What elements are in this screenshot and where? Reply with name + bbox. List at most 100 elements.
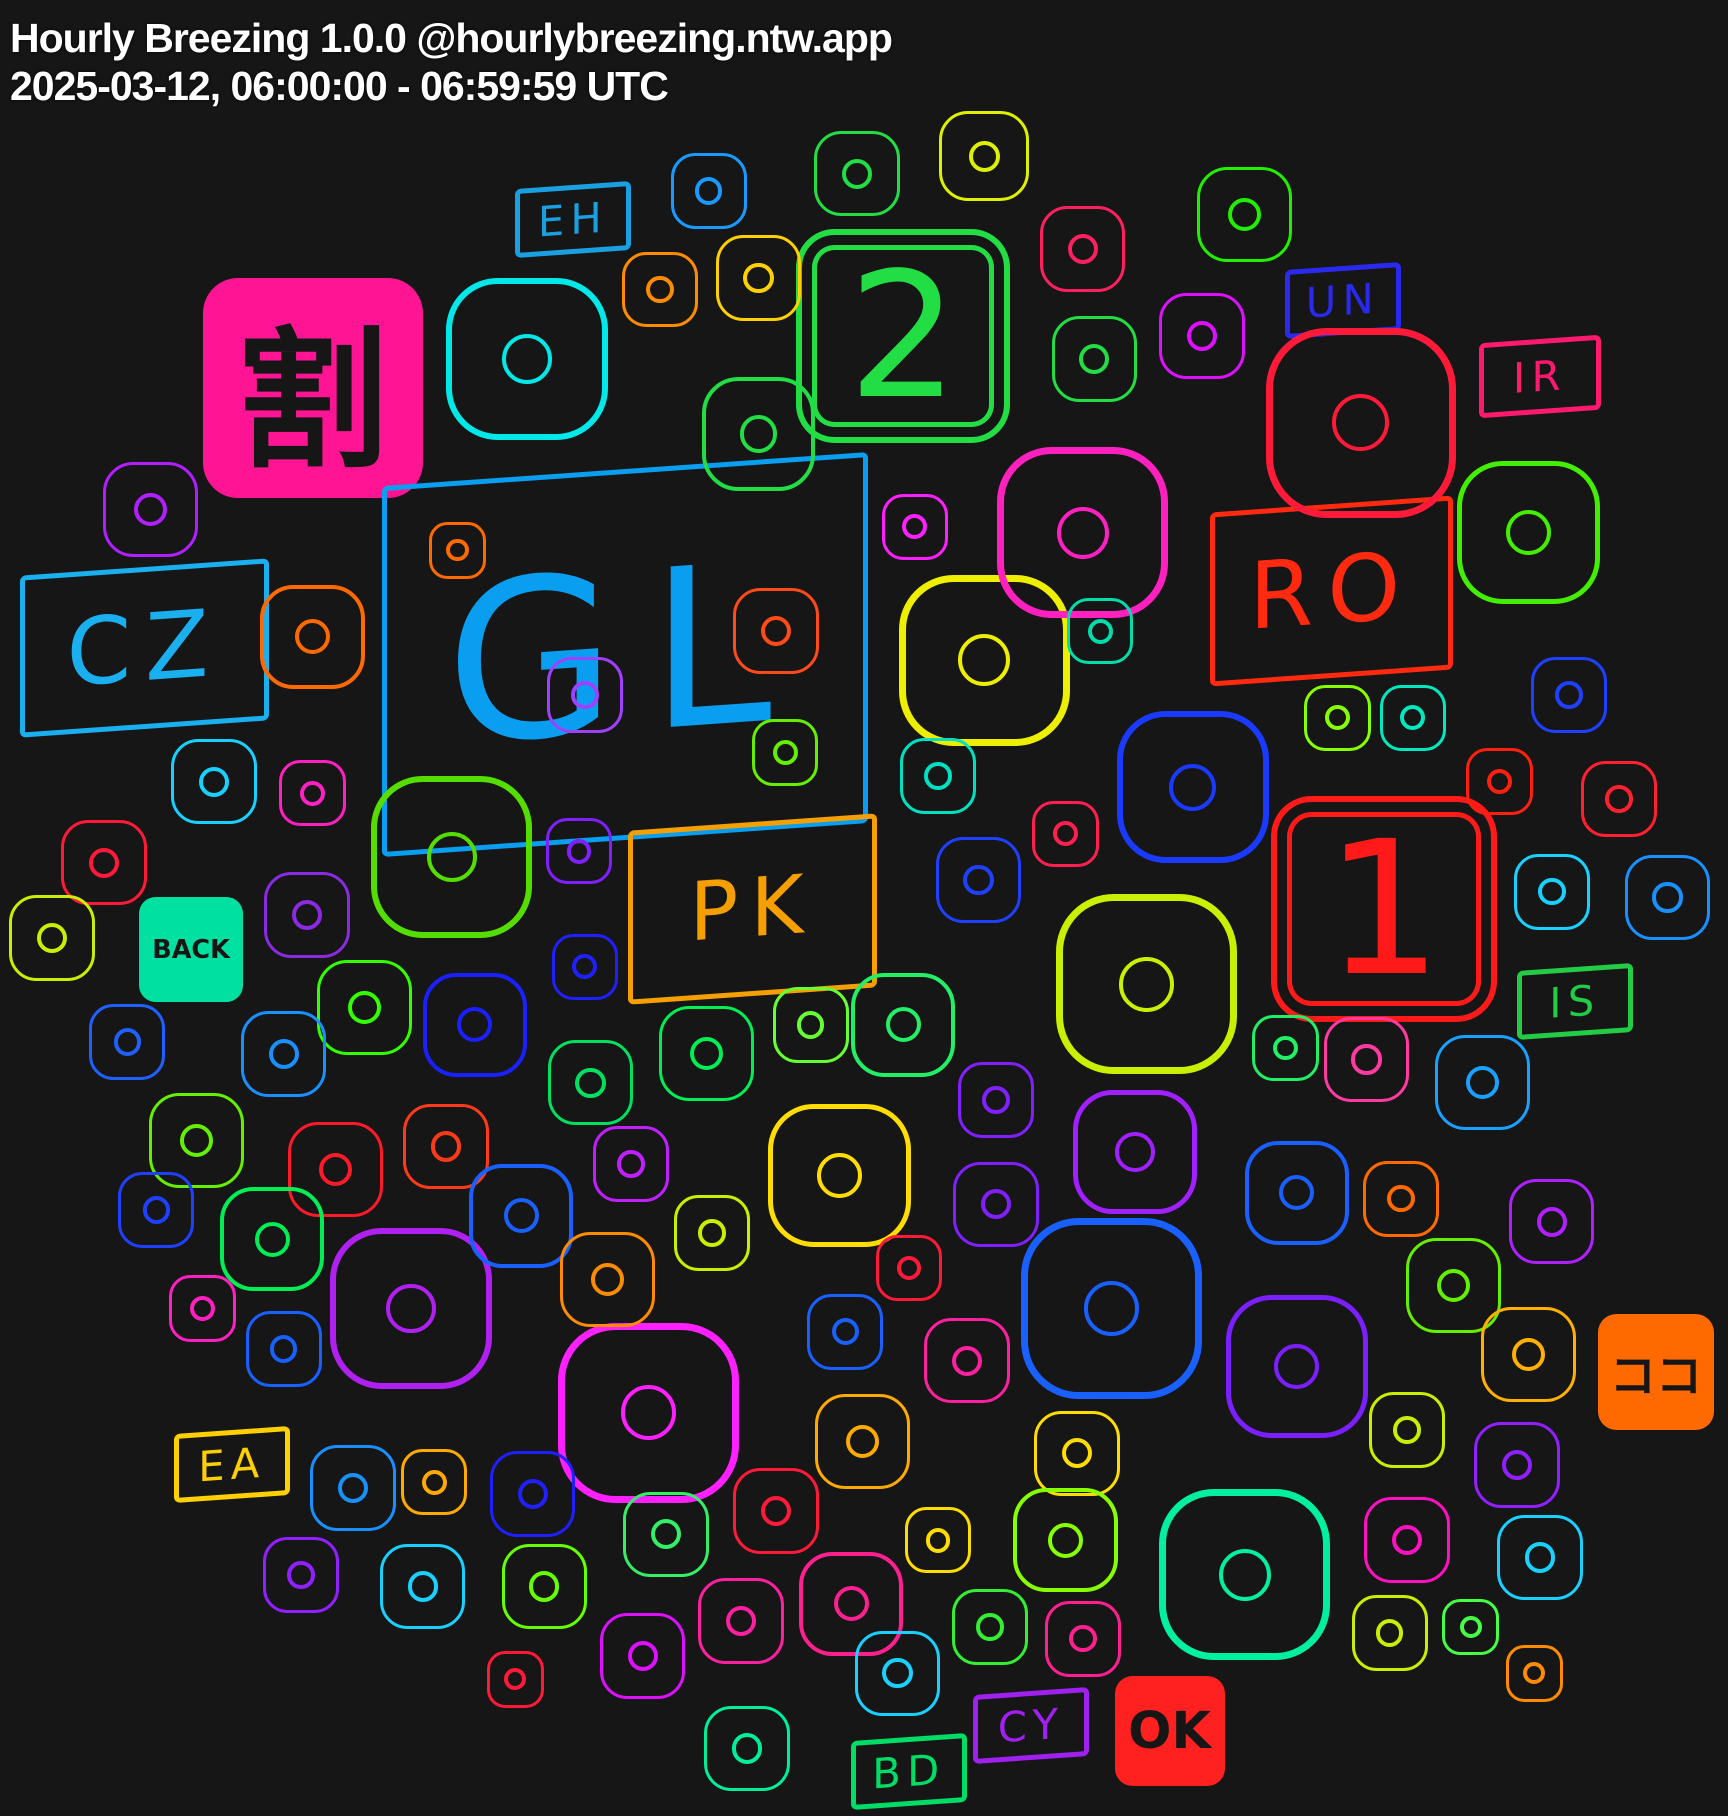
flag-eh: EH (515, 181, 632, 259)
jar-icon (1304, 684, 1371, 752)
ok-button-box: OK (1114, 1676, 1225, 1787)
turkey-icon (957, 1062, 1034, 1139)
woman-face-red-icon (1580, 761, 1657, 837)
flag-ro: RO (1210, 495, 1454, 686)
megaphone-icon (489, 1451, 576, 1537)
skier-icon (169, 1275, 236, 1342)
sign-of-horns-icon (904, 1506, 972, 1574)
petri-dish-icon (1265, 327, 1456, 518)
elf-icon (674, 1195, 751, 1272)
runner-icon (698, 1578, 784, 1664)
fern-icon (317, 959, 413, 1055)
stopwatch-icon (486, 1650, 544, 1708)
clock-red-icon (733, 1468, 819, 1554)
back-arrow-box: BACK (138, 897, 244, 1002)
mens-room-icon (1364, 1497, 1450, 1583)
flag-cy: CY (972, 1686, 1089, 1765)
boot-icon (1066, 597, 1134, 665)
comet-icon (1073, 1090, 1197, 1214)
grapes-icon (89, 1004, 166, 1081)
paintbrush-icon (546, 656, 623, 733)
person-haircut-icon (715, 235, 802, 321)
curling-stone-icon (468, 1163, 574, 1269)
clock-green-icon (1051, 316, 1138, 402)
person-cape-icon (1021, 1218, 1202, 1399)
golfer-icon (118, 1172, 195, 1249)
hot-dog-icon (9, 895, 95, 981)
woman-face-icon (1457, 461, 1600, 604)
shovel-icon (551, 933, 619, 1001)
ok-hand-icon (545, 817, 613, 885)
flag-cz: CZ (20, 558, 270, 739)
bridge-icon (704, 1705, 790, 1792)
guide-dog-icon (935, 837, 1022, 923)
breastfeeding-icon (1363, 1160, 1440, 1237)
classical-building-icon (1034, 1410, 1120, 1496)
tent-icon (623, 1491, 709, 1578)
clock-blue-icon (310, 1445, 396, 1531)
umbrella-icon (263, 1536, 340, 1613)
ghost-icon (952, 1589, 1029, 1665)
flag-pk: PK (628, 813, 878, 1005)
frowning-face-icon (1505, 1644, 1563, 1702)
nest-icon (264, 872, 350, 958)
shield-icon (1466, 748, 1533, 815)
person-surfing-icon (501, 1543, 587, 1630)
woman-purple-icon (1474, 1422, 1560, 1508)
header-subtitle: 2025-03-12, 06:00:00 - 06:59:59 UTC (10, 63, 669, 109)
magnet-icon (370, 776, 533, 938)
grid-box-icon (1039, 206, 1126, 292)
camel-icon (446, 278, 608, 440)
mosquito-icon (171, 738, 257, 825)
tongue-icon (953, 1161, 1039, 1248)
woman-face-blue-icon (245, 1311, 322, 1388)
car-icon (815, 1394, 911, 1490)
bucket-icon (1116, 711, 1269, 864)
arrow-down-right-icon (939, 111, 1030, 202)
flag-bd: BD (851, 1732, 967, 1811)
bamboo-icon (1508, 1178, 1595, 1265)
flag-ir: IR (1479, 334, 1601, 419)
scroll-icon (1513, 853, 1590, 930)
golf-flag-icon (1497, 1514, 1583, 1601)
header-title: Hourly Breezing 1.0.0 @hourlybreezing.nt… (10, 15, 893, 61)
ticket-icon (1481, 1307, 1577, 1403)
battery-icon (428, 521, 486, 579)
chair-icon (1032, 800, 1099, 867)
firefighter-icon (1044, 1600, 1121, 1677)
flag-ea: EA (173, 1426, 290, 1504)
juggler-icon (881, 493, 949, 561)
gloves-icon (1244, 1140, 1350, 1245)
foot-icon (733, 588, 819, 674)
stop-button-icon (1197, 166, 1293, 262)
diamond-pattern-icon (1368, 1392, 1445, 1469)
goggles-icon (658, 1006, 754, 1102)
pinched-fingers-icon (593, 1125, 670, 1202)
up-arrow-box-icon (1624, 854, 1711, 941)
flexed-biceps-icon (330, 1227, 492, 1390)
palm-hand-icon (807, 1293, 884, 1370)
kanji-discount-box: 割 (202, 277, 423, 498)
keycap-2: 2 (796, 228, 1011, 443)
blossom-icon (670, 153, 747, 230)
cup-icon (279, 759, 346, 827)
flamingo-icon (1323, 1016, 1410, 1103)
lungs-icon (560, 1232, 656, 1328)
magenta-square-icon (1159, 293, 1245, 379)
hat-icon (814, 130, 900, 217)
spiral-icon (61, 819, 147, 906)
cook-face-icon (924, 1317, 1010, 1404)
skunk-icon (772, 986, 849, 1063)
raised-hands-icon (997, 447, 1169, 619)
person-bust-icon (1379, 684, 1446, 752)
keycap-1: 1 (1270, 796, 1497, 1022)
houses-icon (103, 462, 198, 557)
giraffe-icon (401, 1449, 468, 1516)
glasses-icon (422, 972, 527, 1078)
guard-icon (1351, 1594, 1428, 1671)
cinema-icon (1434, 1035, 1530, 1131)
airplane-icon (558, 1322, 739, 1503)
shopping-bags-icon (1531, 656, 1608, 733)
roller-skate-icon (854, 1630, 941, 1717)
traffic-light-icon (260, 584, 365, 690)
